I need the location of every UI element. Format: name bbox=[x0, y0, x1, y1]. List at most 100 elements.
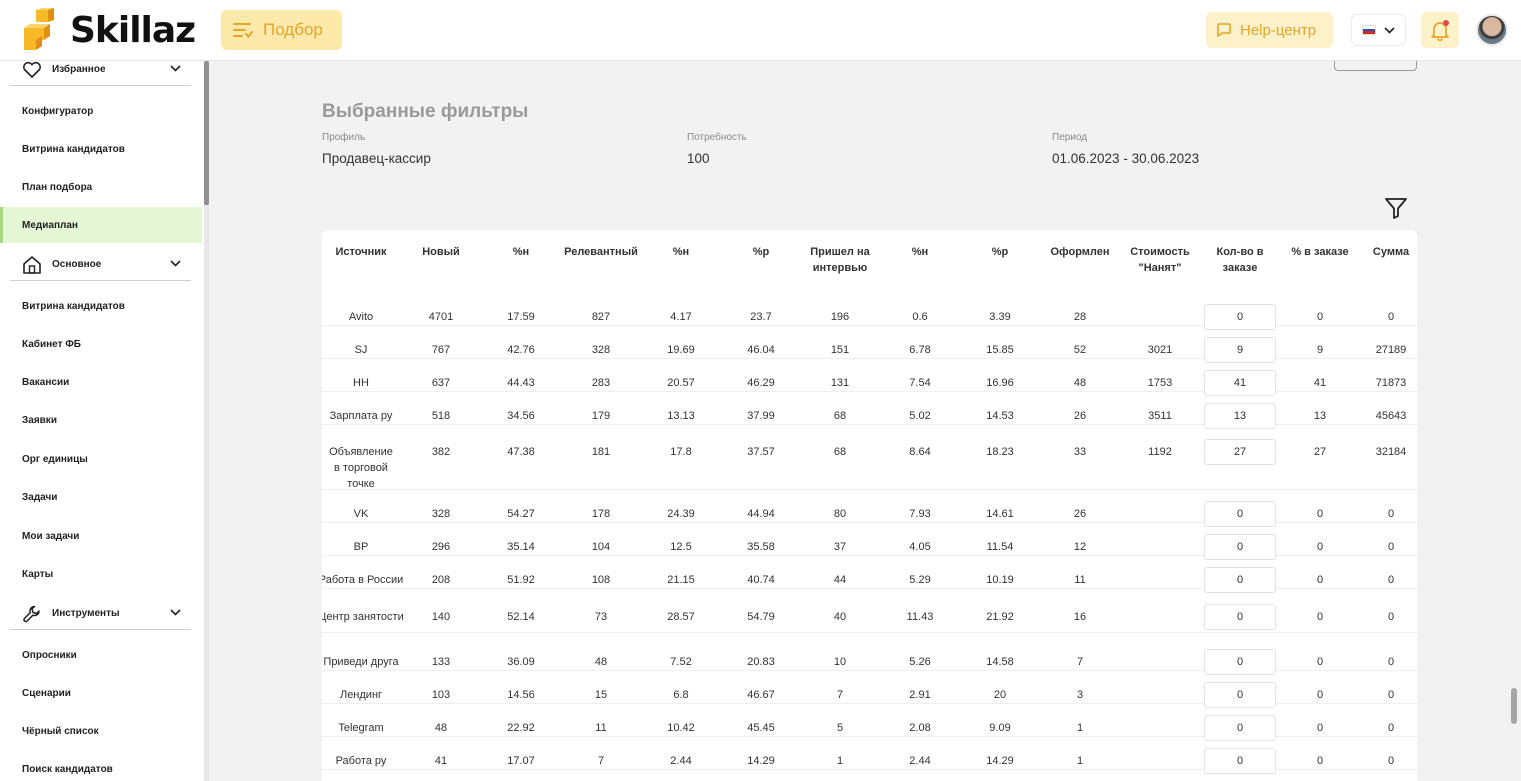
sidebar-group-main[interactable]: Основное bbox=[10, 249, 191, 281]
column-header[interactable]: % в заказе bbox=[1285, 244, 1355, 260]
sidebar-item-fb-cabinet[interactable]: Кабинет ФБ bbox=[0, 326, 202, 362]
cell-source: Telegram bbox=[338, 722, 384, 734]
page-scrollbar-thumb[interactable] bbox=[1511, 688, 1517, 724]
sidebar-item-cards[interactable]: Карты bbox=[0, 556, 202, 592]
cell-hired: 28 bbox=[1073, 311, 1087, 323]
order-quantity-input[interactable]: 13 bbox=[1204, 403, 1276, 429]
order-quantity-input[interactable]: 0 bbox=[1204, 748, 1276, 774]
chevron-down-icon bbox=[1384, 26, 1395, 34]
sidebar-item-org-units[interactable]: Орг единицы bbox=[0, 441, 202, 477]
table-row-divider bbox=[322, 632, 1417, 633]
sidebar-item-hiring-plan[interactable]: План подбора bbox=[0, 169, 202, 205]
sidebar-item-label: Мои задачи bbox=[22, 530, 80, 542]
sidebar-item-blacklist[interactable]: Чёрный список bbox=[0, 713, 202, 749]
notifications-button[interactable] bbox=[1421, 12, 1459, 48]
cell-pct-rel-2: 14.29 bbox=[986, 755, 1014, 767]
table-row-divider bbox=[322, 489, 1417, 490]
column-header[interactable]: Стоимость "Нанят" bbox=[1120, 244, 1200, 276]
column-header[interactable]: Кол-во в заказе bbox=[1205, 244, 1275, 276]
top-header: Skillaz Подбор Help-центр bbox=[0, 0, 1521, 61]
order-quantity-input[interactable]: 0 bbox=[1204, 304, 1276, 330]
cell-sum: 32184 bbox=[1375, 446, 1407, 458]
order-quantity-input[interactable]: 0 bbox=[1204, 567, 1276, 593]
cell-pct-new-1: 35.14 bbox=[507, 541, 535, 553]
order-quantity-input[interactable]: 0 bbox=[1204, 649, 1276, 675]
cell-pct-new-3: 0.6 bbox=[912, 311, 928, 323]
cell-order-percent: 0 bbox=[1316, 508, 1324, 520]
cell-pct-rel-2: 16.96 bbox=[986, 377, 1014, 389]
sidebar-group-label: Избранное bbox=[52, 64, 106, 75]
column-header[interactable]: Оформлен bbox=[1040, 244, 1120, 260]
cell-pct-rel-1: 45.45 bbox=[747, 722, 775, 734]
column-header[interactable]: Релевантный bbox=[556, 244, 646, 260]
cell-order-percent: 0 bbox=[1316, 311, 1324, 323]
sidebar-item-candidates-showcase-2[interactable]: Витрина кандидатов bbox=[0, 288, 202, 324]
column-header[interactable]: Пришел на интервью bbox=[800, 244, 880, 276]
sidebar-item-tasks[interactable]: Задачи bbox=[0, 479, 202, 515]
sidebar-item-scenarios[interactable]: Сценарии bbox=[0, 675, 202, 711]
cell-sum: 0 bbox=[1387, 722, 1395, 734]
order-quantity-input[interactable]: 27 bbox=[1204, 439, 1276, 465]
user-avatar[interactable] bbox=[1476, 14, 1508, 46]
heart-icon bbox=[23, 61, 41, 78]
language-selector[interactable] bbox=[1351, 14, 1406, 46]
column-header[interactable]: %н bbox=[890, 244, 950, 260]
cell-pct-new-1: 14.56 bbox=[507, 689, 535, 701]
cell-pct-new-1: 34.56 bbox=[507, 410, 535, 422]
sidebar-item-vacancies[interactable]: Вакансии bbox=[0, 364, 202, 400]
cell-sum: 0 bbox=[1387, 755, 1395, 767]
cell-pct-rel-2: 18.23 bbox=[986, 446, 1014, 458]
logo[interactable]: Skillaz bbox=[22, 8, 196, 52]
sidebar-item-candidates-showcase[interactable]: Витрина кандидатов bbox=[0, 131, 202, 167]
sidebar-group-tools[interactable]: Инструменты bbox=[10, 598, 191, 630]
filter-funnel-icon[interactable] bbox=[1384, 196, 1408, 220]
column-header[interactable]: Источник bbox=[322, 244, 411, 260]
order-quantity-input[interactable]: 0 bbox=[1204, 534, 1276, 560]
column-header[interactable]: %н bbox=[491, 244, 551, 260]
help-center-label: Help-центр bbox=[1240, 21, 1317, 39]
sidebar-item-candidate-search[interactable]: Поиск кандидатов bbox=[0, 751, 202, 781]
sidebar-item-mediaplan[interactable]: Медиаплан bbox=[0, 207, 202, 243]
cell-pct-new-1: 22.92 bbox=[507, 722, 535, 734]
sidebar-item-label: Витрина кандидатов bbox=[22, 143, 125, 155]
order-quantity-input[interactable]: 41 bbox=[1204, 370, 1276, 396]
order-quantity-input[interactable]: 0 bbox=[1204, 715, 1276, 741]
cell-new: 382 bbox=[431, 446, 451, 458]
sidebar-item-label: Медиаплан bbox=[22, 219, 78, 231]
mediaplan-table: Источник Новый %н Релевантный %н %р Пришел на … bbox=[322, 230, 1417, 781]
cell-order-percent: 0 bbox=[1316, 574, 1324, 586]
cell-pct-new-1: 52.14 bbox=[507, 611, 535, 623]
column-header[interactable]: Сумма bbox=[1361, 244, 1417, 260]
cell-hired: 52 bbox=[1073, 344, 1087, 356]
order-quantity-input[interactable]: 0 bbox=[1204, 682, 1276, 708]
cell-hired: 1 bbox=[1076, 722, 1084, 734]
cell-relevant: 827 bbox=[591, 311, 611, 323]
podbor-menu-button[interactable]: Подбор bbox=[221, 10, 342, 50]
sidebar-item-label: Карты bbox=[22, 568, 54, 580]
column-header[interactable]: %р bbox=[970, 244, 1030, 260]
sidebar-item-configurator[interactable]: Конфигуратор bbox=[0, 93, 202, 129]
sidebar-group-label: Основное bbox=[52, 259, 102, 270]
sidebar-item-requests[interactable]: Заявки bbox=[0, 402, 202, 438]
cell-pct-new-2: 2.44 bbox=[670, 755, 692, 767]
column-header[interactable]: %р bbox=[731, 244, 791, 260]
column-header[interactable]: Новый bbox=[411, 244, 471, 260]
order-quantity-input[interactable]: 9 bbox=[1204, 337, 1276, 363]
cell-pct-rel-2: 11.54 bbox=[986, 541, 1014, 553]
sidebar-item-label: Конфигуратор bbox=[22, 105, 94, 117]
sidebar-item-questionnaires[interactable]: Опросники bbox=[0, 637, 202, 673]
sidebar-item-label: Вакансии bbox=[22, 376, 70, 388]
column-header[interactable]: %н bbox=[651, 244, 711, 260]
help-center-button[interactable]: Help-центр bbox=[1206, 12, 1333, 48]
sidebar-item-label: Витрина кандидатов bbox=[22, 300, 125, 312]
order-quantity-input[interactable]: 0 bbox=[1204, 501, 1276, 527]
cell-relevant: 11 bbox=[595, 722, 607, 734]
sidebar-item-my-tasks[interactable]: Мои задачи bbox=[0, 518, 202, 554]
cell-sum: 0 bbox=[1387, 689, 1395, 701]
order-quantity-input[interactable]: 0 bbox=[1204, 604, 1276, 630]
cell-pct-new-2: 28.57 bbox=[667, 611, 695, 623]
cell-pct-rel-2: 15.85 bbox=[986, 344, 1014, 356]
cell-hired: 11 bbox=[1074, 574, 1086, 586]
cell-source: VK bbox=[353, 508, 369, 520]
sidebar-item-label: Задачи bbox=[22, 491, 58, 503]
